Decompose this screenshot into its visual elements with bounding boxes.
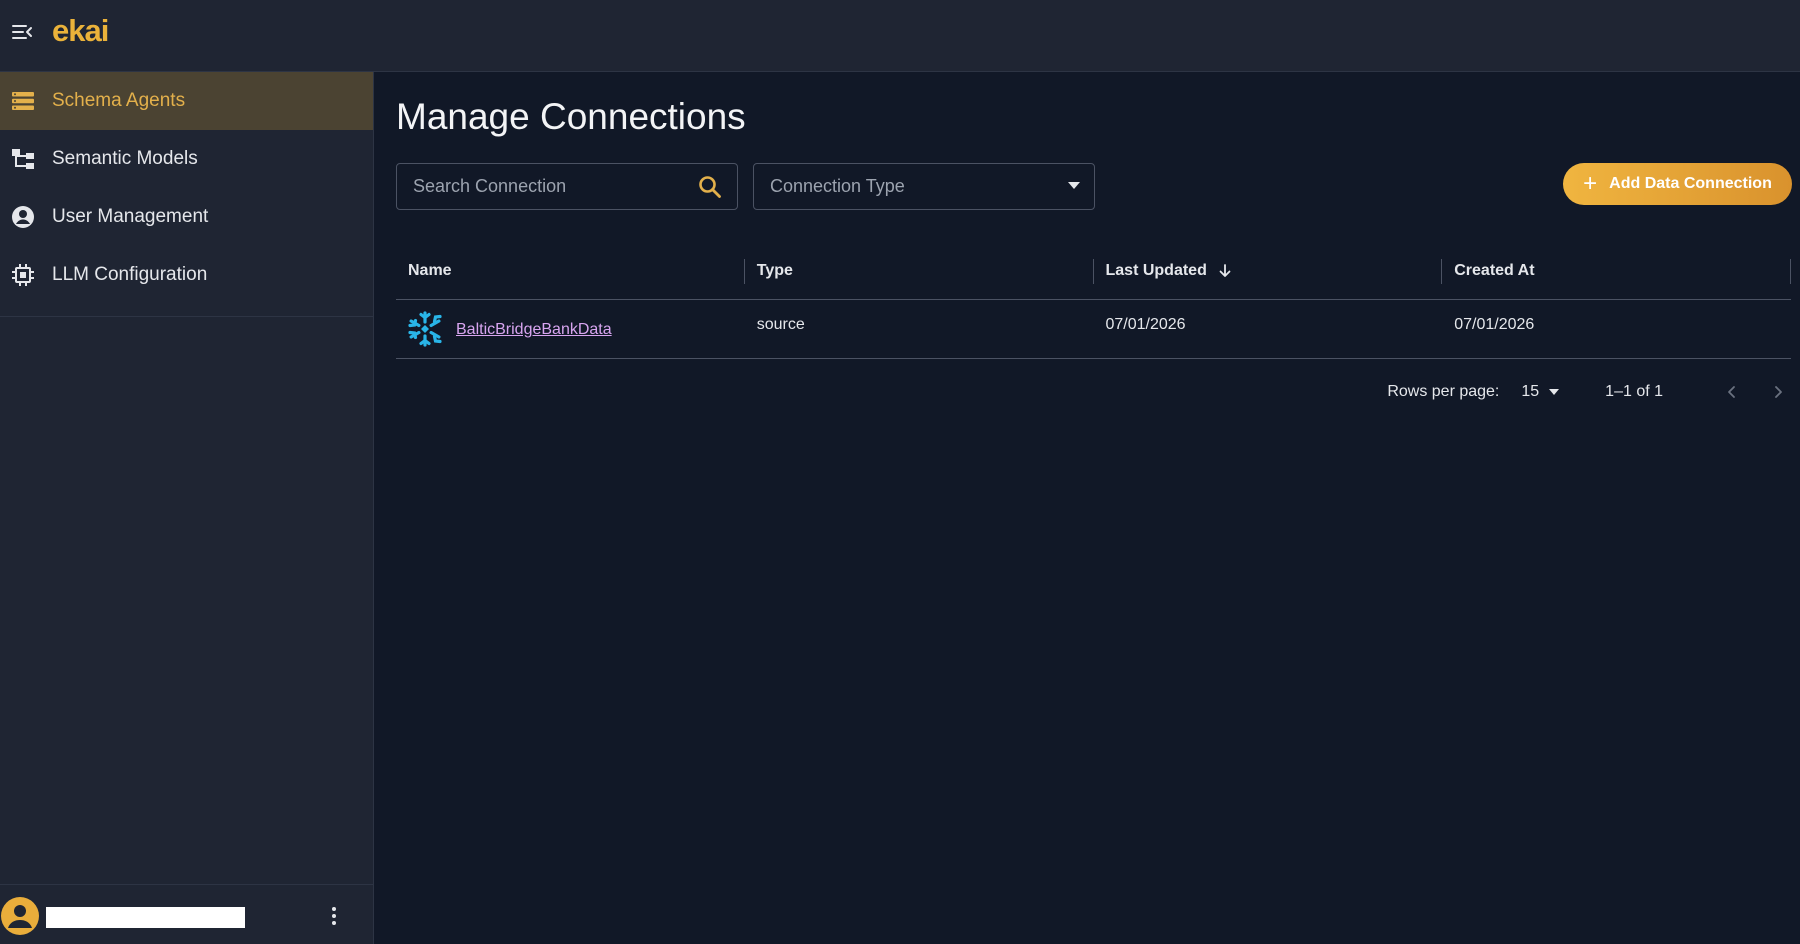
sidebar-item-label: LLM Configuration <box>52 264 208 285</box>
chevron-right-icon <box>1775 386 1782 398</box>
user-name-redacted <box>46 907 245 928</box>
previous-page-button[interactable] <box>1719 379 1745 405</box>
sidebar-item-schema-agents[interactable]: Schema Agents <box>0 72 373 130</box>
dropdown-arrow-icon <box>1549 389 1560 395</box>
sidebar-item-user-management[interactable]: User Management <box>0 188 373 246</box>
column-header-created-at[interactable]: Created At <box>1442 242 1791 300</box>
sidebar-item-llm-configuration[interactable]: LLM Configuration <box>0 246 373 304</box>
table-row[interactable]: BalticBridgeBankData source 07/01/2026 0… <box>396 300 1791 359</box>
table-header: Name Type Last Updated Created At <box>396 242 1791 300</box>
connection-type-placeholder: Connection Type <box>770 176 905 196</box>
connection-name-link[interactable]: BalticBridgeBankData <box>456 321 612 339</box>
more-vertical-icon[interactable] <box>322 903 346 929</box>
page-title: Manage Connections <box>396 96 746 137</box>
app-logo[interactable]: ekai <box>52 13 109 49</box>
chip-icon <box>11 263 35 287</box>
add-data-connection-button[interactable]: + Add Data Connection <box>1563 163 1792 205</box>
connections-table: Name Type Last Updated Created At Baltic… <box>396 242 1791 359</box>
sidebar-nav: Schema Agents Semantic Models User Manag… <box>0 72 373 317</box>
person-icon <box>8 905 32 928</box>
column-header-name[interactable]: Name <box>396 242 745 300</box>
sidebar-item-label: User Management <box>52 206 209 227</box>
next-page-button[interactable] <box>1765 379 1791 405</box>
pagination-range: 1–1 of 1 <box>1605 383 1663 400</box>
database-list-icon <box>11 89 35 113</box>
hierarchy-icon <box>11 147 35 171</box>
arrow-down-icon[interactable] <box>1217 263 1233 279</box>
cell-type: source <box>756 316 805 333</box>
search-icon[interactable] <box>697 174 723 200</box>
column-header-last-updated[interactable]: Last Updated <box>1094 242 1443 300</box>
rows-per-page-label: Rows per page: <box>1387 383 1500 400</box>
column-separator <box>1790 258 1791 284</box>
column-header-type[interactable]: Type <box>745 242 1094 300</box>
search-input[interactable] <box>397 176 677 197</box>
snowflake-icon <box>408 311 442 347</box>
sidebar-item-label: Schema Agents <box>52 90 186 111</box>
sidebar: Schema Agents Semantic Models User Manag… <box>0 72 374 944</box>
avatar[interactable] <box>1 897 39 935</box>
dropdown-arrow-icon <box>1068 182 1080 189</box>
plus-icon: + <box>1583 170 1598 197</box>
top-app-bar: ekai <box>0 0 1800 72</box>
table-pagination: Rows per page: 15 1–1 of 1 <box>396 374 1791 410</box>
cell-name: BalticBridgeBankData <box>396 300 745 358</box>
cell-last-updated: 07/01/2026 <box>1105 316 1186 333</box>
main-content: Manage Connections Connection Type + Add… <box>375 72 1800 944</box>
cell-created-at: 07/01/2026 <box>1454 316 1535 333</box>
connection-type-select[interactable]: Connection Type <box>753 163 1095 210</box>
sidebar-item-semantic-models[interactable]: Semantic Models <box>0 130 373 188</box>
chevron-left-icon <box>1728 386 1735 398</box>
search-field[interactable] <box>396 163 738 210</box>
menu-collapse-icon[interactable] <box>10 20 34 44</box>
rows-per-page-select[interactable]: 15 <box>1521 383 1560 401</box>
rows-per-page-value: 15 <box>1521 383 1540 400</box>
account-circle-icon <box>11 205 35 229</box>
user-profile-bar <box>0 884 373 944</box>
sidebar-item-label: Semantic Models <box>52 148 198 169</box>
add-data-connection-label: Add Data Connection <box>1609 175 1772 192</box>
